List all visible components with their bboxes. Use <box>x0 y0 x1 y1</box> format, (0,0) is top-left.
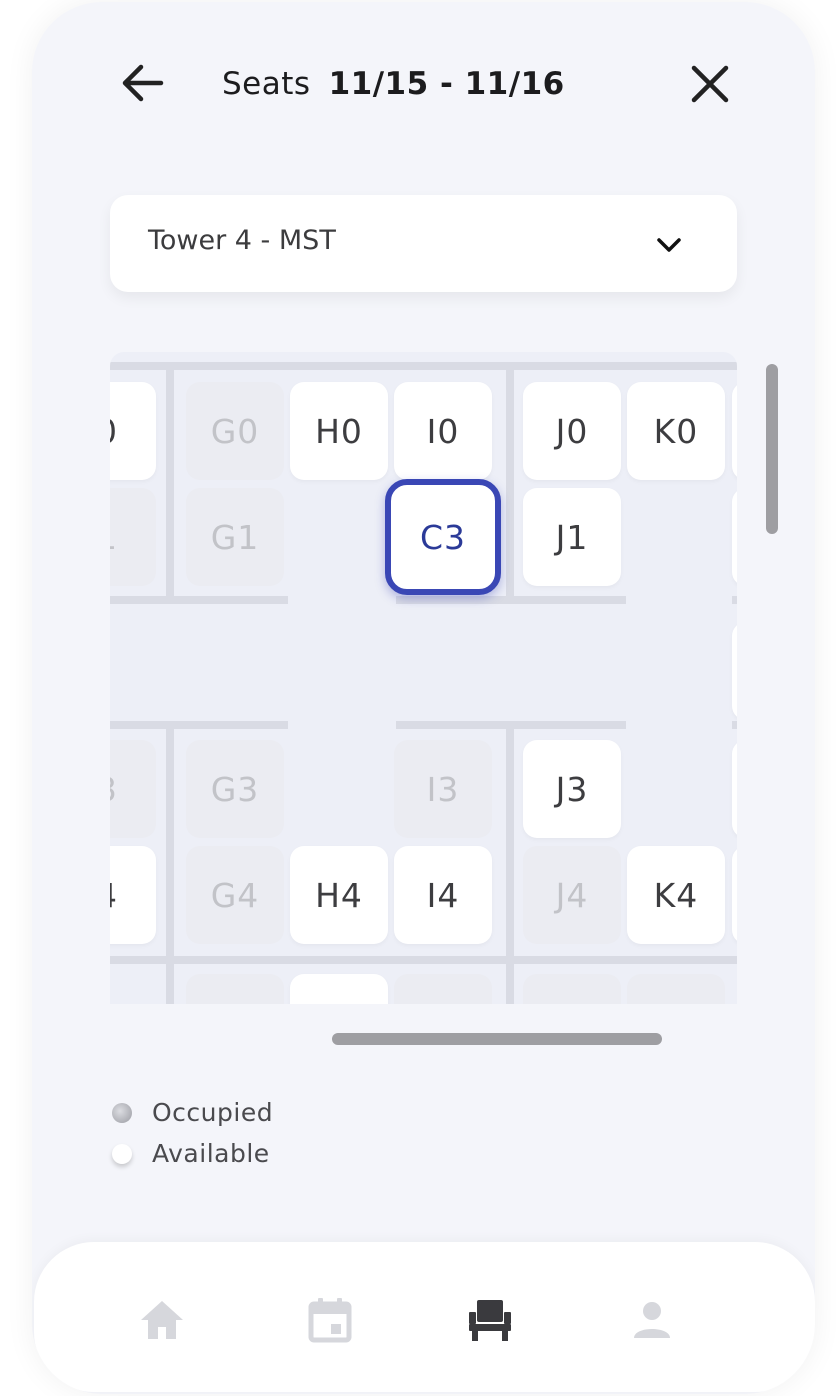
seat-label: 1 <box>110 518 118 557</box>
nav-home[interactable] <box>132 1290 192 1350</box>
seat-label: G0 <box>210 411 260 451</box>
seat-partial[interactable] <box>732 622 737 720</box>
seat[interactable]: I3 <box>394 740 492 838</box>
seat[interactable]: K4 <box>627 846 725 944</box>
phone-frame: Seats 11/15 - 11/16 Tower 4 - MST G0 H0 … <box>32 2 815 1394</box>
seat-label: G4 <box>210 875 260 915</box>
seat-label: J3 <box>555 769 589 809</box>
bottom-nav <box>34 1242 815 1392</box>
seat[interactable]: J3 <box>523 740 621 838</box>
seat-label: K0 <box>653 411 699 451</box>
map-wall <box>110 721 288 729</box>
seat-partial[interactable] <box>732 846 737 944</box>
legend-available-label: Available <box>152 1139 270 1168</box>
available-dot-icon <box>112 1143 132 1164</box>
seat-label: 4 <box>110 876 118 915</box>
seat[interactable]: H4 <box>290 846 388 944</box>
seat[interactable]: I4 <box>394 846 492 944</box>
close-icon <box>691 65 729 103</box>
map-wall <box>732 721 737 729</box>
seat-label: 0 <box>110 412 118 451</box>
seat-selected[interactable]: C3 <box>385 479 501 595</box>
seat[interactable]: 0 <box>110 382 156 480</box>
seat[interactable]: J0 <box>523 382 621 480</box>
seat-label: H0 <box>315 411 363 451</box>
legend-available: Available <box>112 1139 270 1168</box>
seat-partial[interactable] <box>186 974 284 1004</box>
map-wall <box>506 370 514 600</box>
person-icon <box>634 1302 670 1338</box>
map-wall <box>110 362 737 370</box>
seat-label: G3 <box>210 769 260 809</box>
seat[interactable]: G0 <box>186 382 284 480</box>
nav-calendar[interactable] <box>300 1290 360 1350</box>
seat[interactable]: I0 <box>394 382 492 480</box>
date-range: 11/15 - 11/16 <box>328 66 565 102</box>
seat-label: K4 <box>653 875 699 915</box>
seat[interactable]: J1 <box>523 488 621 586</box>
seat[interactable]: H0 <box>290 382 388 480</box>
map-wall <box>396 721 626 729</box>
seat-label: J1 <box>555 517 589 557</box>
legend-occupied: Occupied <box>112 1098 273 1127</box>
map-wall <box>110 956 737 964</box>
back-button[interactable] <box>118 58 168 108</box>
seat[interactable]: G1 <box>186 488 284 586</box>
home-icon <box>141 1301 183 1339</box>
seat-partial[interactable] <box>732 382 737 480</box>
location-value: Tower 4 - MST <box>148 225 336 256</box>
seat-partial[interactable] <box>732 488 737 586</box>
seat[interactable]: 1 <box>110 488 156 586</box>
seat[interactable]: J4 <box>523 846 621 944</box>
close-button[interactable] <box>684 58 736 110</box>
seat[interactable]: 4 <box>110 846 156 944</box>
chevron-down-icon <box>657 238 681 252</box>
occupied-dot-icon <box>112 1102 132 1123</box>
seat-icon <box>469 1300 511 1341</box>
legend-occupied-label: Occupied <box>152 1098 274 1127</box>
location-select[interactable]: Tower 4 - MST <box>110 195 737 292</box>
seat[interactable]: 3 <box>110 740 156 838</box>
map-wall <box>732 596 737 604</box>
seat-label: G1 <box>210 517 260 557</box>
seat-label: J4 <box>555 875 589 915</box>
seat-partial[interactable] <box>627 974 725 1004</box>
seat-label: C3 <box>419 517 467 557</box>
seat-label: I4 <box>426 875 460 915</box>
seat-label: H4 <box>315 875 363 915</box>
header: Seats 11/15 - 11/16 <box>32 2 815 172</box>
seat-label: I3 <box>426 769 460 809</box>
seat-partial[interactable] <box>732 740 737 838</box>
seat[interactable]: G3 <box>186 740 284 838</box>
title-text: Seats <box>222 66 311 102</box>
seat-label: I0 <box>426 411 460 451</box>
seat-partial[interactable] <box>290 974 388 1004</box>
nav-seats[interactable] <box>460 1290 520 1350</box>
arrow-left-icon <box>122 64 164 102</box>
seat-label: 3 <box>110 770 118 809</box>
seat[interactable]: G4 <box>186 846 284 944</box>
vertical-scrollbar[interactable] <box>766 364 778 534</box>
seat-label: J0 <box>555 411 589 451</box>
seat-partial[interactable] <box>394 974 492 1004</box>
seat-map[interactable]: 0 G0 H0 I0 J0 K0 1 G1 C3 J1 3 G3 I3 J3 4… <box>110 352 737 1004</box>
horizontal-scrollbar[interactable] <box>332 1033 662 1045</box>
calendar-icon <box>308 1298 352 1343</box>
seat-partial[interactable] <box>523 974 621 1004</box>
map-wall <box>166 370 174 600</box>
page-title: Seats 11/15 - 11/16 <box>222 66 565 102</box>
nav-profile[interactable] <box>622 1290 682 1350</box>
seat[interactable]: K0 <box>627 382 725 480</box>
map-wall <box>110 596 288 604</box>
map-wall <box>396 596 626 604</box>
